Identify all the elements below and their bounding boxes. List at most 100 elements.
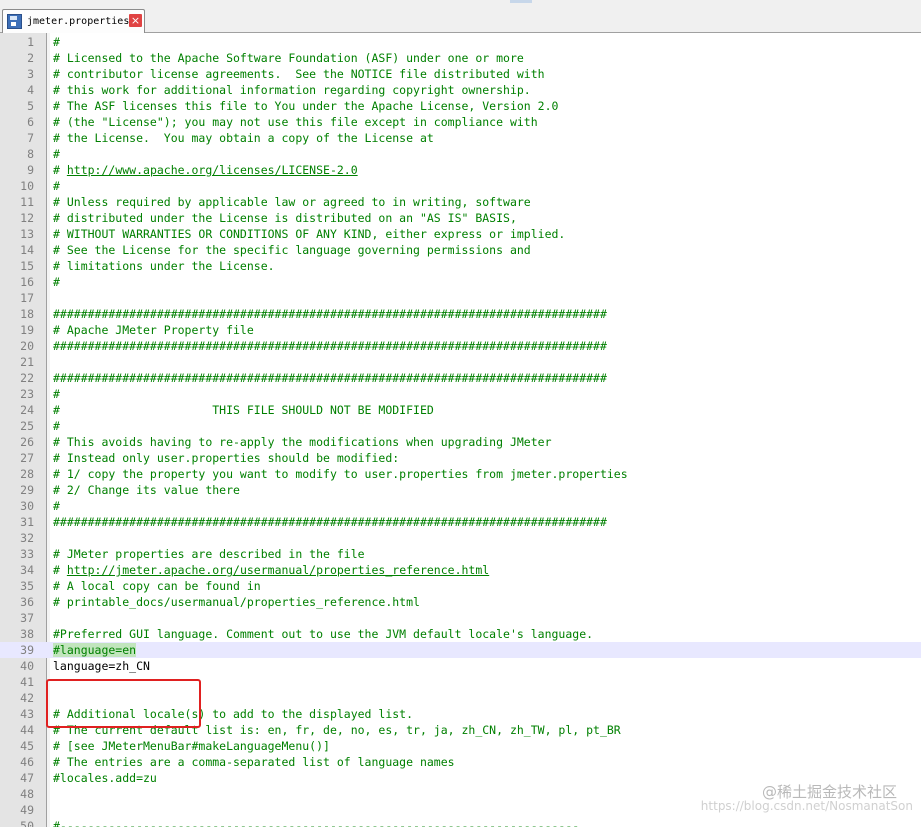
line-text: # The ASF licenses this file to You unde…	[53, 99, 559, 113]
editor-line[interactable]: 1 #	[0, 34, 921, 50]
line-text: # printable_docs/usermanual/properties_r…	[53, 595, 420, 609]
editor-line[interactable]: 38 #Preferred GUI language. Comment out t…	[0, 626, 921, 642]
editor-line[interactable]: 29 # 2/ Change its value there	[0, 482, 921, 498]
editor-line[interactable]: 2 # Licensed to the Apache Software Found…	[0, 50, 921, 66]
editor-line[interactable]: 7 # the License. You may obtain a copy of…	[0, 130, 921, 146]
line-number: 25	[20, 419, 34, 433]
line-text: #locales.add=zu	[53, 771, 157, 785]
line-number: 27	[20, 451, 34, 465]
editor-line[interactable]: 19 # Apache JMeter Property file	[0, 322, 921, 338]
line-number: 34	[20, 563, 34, 577]
editor-line[interactable]: 34 # http://jmeter.apache.org/usermanual/…	[0, 562, 921, 578]
editor-line[interactable]: 10 #	[0, 178, 921, 194]
line-text: #	[53, 179, 60, 193]
editor-line[interactable]: 32	[0, 530, 921, 546]
editor-line[interactable]: 20 ######################################…	[0, 338, 921, 354]
line-text: #	[53, 419, 60, 433]
editor-line[interactable]: 8 #	[0, 146, 921, 162]
line-text: ########################################…	[53, 307, 607, 321]
editor-line[interactable]: 24 # THIS FILE SHOULD NOT BE MODIFIED	[0, 402, 921, 418]
editor-line[interactable]: 35 # A local copy can be found in	[0, 578, 921, 594]
editor-line[interactable]: 4 # this work for additional information …	[0, 82, 921, 98]
line-number: 33	[20, 547, 34, 561]
line-text: # The entries are a comma-separated list…	[53, 755, 455, 769]
line-number: 9	[27, 163, 34, 177]
file-save-icon	[7, 14, 22, 29]
line-text: # http://jmeter.apache.org/usermanual/pr…	[53, 562, 489, 578]
line-number: 4	[27, 83, 34, 97]
line-text: # this work for additional information r…	[53, 83, 531, 97]
editor-line[interactable]: 45 # [see JMeterMenuBar#makeLanguageMenu(…	[0, 738, 921, 754]
editor-line[interactable]: 15 # limitations under the License.	[0, 258, 921, 274]
editor-line[interactable]: 5 # The ASF licenses this file to You und…	[0, 98, 921, 114]
editor-line[interactable]: 6 # (the "License"); you may not use this…	[0, 114, 921, 130]
line-text-prefix: #	[53, 563, 67, 577]
editor-line[interactable]: 37	[0, 610, 921, 626]
editor-line[interactable]: 3 # contributor license agreements. See t…	[0, 66, 921, 82]
line-number: 11	[20, 195, 34, 209]
editor-line[interactable]: 21	[0, 354, 921, 370]
url-link[interactable]: http://jmeter.apache.org/usermanual/prop…	[67, 563, 489, 577]
url-link[interactable]: http://www.apache.org/licenses/LICENSE-2…	[67, 163, 358, 177]
editor-line[interactable]: 11 # Unless required by applicable law or…	[0, 194, 921, 210]
line-text: #	[53, 35, 60, 49]
line-number: 18	[20, 307, 34, 321]
editor-line[interactable]: 50 #-------------------------------------…	[0, 818, 921, 827]
editor-line[interactable]: 16 #	[0, 274, 921, 290]
editor-line[interactable]: 46 # The entries are a comma-separated li…	[0, 754, 921, 770]
line-text: # (the "License"); you may not use this …	[53, 115, 538, 129]
editor-line[interactable]: 17	[0, 290, 921, 306]
editor-line[interactable]: 13 # WITHOUT WARRANTIES OR CONDITIONS OF …	[0, 226, 921, 242]
editor-line[interactable]: 14 # See the License for the specific lan…	[0, 242, 921, 258]
line-text: # WITHOUT WARRANTIES OR CONDITIONS OF AN…	[53, 227, 566, 241]
line-text: #language=en	[53, 642, 137, 658]
tab-jmeter-properties[interactable]: jmeter.properties ×	[2, 9, 145, 33]
editor-line[interactable]: 18 ######################################…	[0, 306, 921, 322]
line-number: 10	[20, 179, 34, 193]
editor-line[interactable]: 40 language=zh_CN	[0, 658, 921, 674]
line-number: 39	[20, 643, 34, 657]
line-number: 40	[20, 659, 34, 673]
line-number: 26	[20, 435, 34, 449]
line-number: 21	[20, 355, 34, 369]
watermark-url: https://blog.csdn.net/NosmanatSon	[700, 799, 913, 813]
editor-line[interactable]: 30 #	[0, 498, 921, 514]
text-editor[interactable]: 1 #2 # Licensed to the Apache Software Fou…	[0, 33, 921, 827]
editor-line[interactable]: 31 ######################################…	[0, 514, 921, 530]
line-number: 28	[20, 467, 34, 481]
line-number: 16	[20, 275, 34, 289]
line-number: 24	[20, 403, 34, 417]
line-number: 49	[20, 803, 34, 817]
line-text: #	[53, 499, 60, 513]
red-annotation-box	[46, 679, 201, 728]
editor-line[interactable]: 33 # JMeter properties are described in t…	[0, 546, 921, 562]
editor-line[interactable]: 9 # http://www.apache.org/licenses/LICENS…	[0, 162, 921, 178]
line-text: # [see JMeterMenuBar#makeLanguageMenu()]	[53, 739, 330, 753]
line-number: 48	[20, 787, 34, 801]
editor-line[interactable]: 26 # This avoids having to re-apply the m…	[0, 434, 921, 450]
editor-line[interactable]: 36 # printable_docs/usermanual/properties…	[0, 594, 921, 610]
close-tab-icon[interactable]: ×	[129, 14, 142, 27]
line-number: 20	[20, 339, 34, 353]
line-number: 6	[27, 115, 34, 129]
tab-bar: jmeter.properties ×	[0, 6, 921, 33]
line-number: 19	[20, 323, 34, 337]
line-number: 32	[20, 531, 34, 545]
editor-line[interactable]: 27 # Instead only user.properties should …	[0, 450, 921, 466]
line-text: # THIS FILE SHOULD NOT BE MODIFIED	[53, 403, 434, 417]
editor-line[interactable]: 22 ######################################…	[0, 370, 921, 386]
line-text: # http://www.apache.org/licenses/LICENSE…	[53, 162, 358, 178]
line-number: 14	[20, 243, 34, 257]
line-number: 15	[20, 259, 34, 273]
editor-line[interactable]: 39 #language=en	[0, 642, 921, 658]
line-number: 23	[20, 387, 34, 401]
editor-line[interactable]: 25 #	[0, 418, 921, 434]
editor-line[interactable]: 23 #	[0, 386, 921, 402]
line-text: # Instead only user.properties should be…	[53, 451, 400, 465]
line-text: # Apache JMeter Property file	[53, 323, 254, 337]
line-number: 13	[20, 227, 34, 241]
line-text-prefix: #	[53, 163, 67, 177]
editor-line[interactable]: 28 # 1/ copy the property you want to mod…	[0, 466, 921, 482]
editor-line[interactable]: 12 # distributed under the License is dis…	[0, 210, 921, 226]
line-text: # 1/ copy the property you want to modif…	[53, 467, 628, 481]
